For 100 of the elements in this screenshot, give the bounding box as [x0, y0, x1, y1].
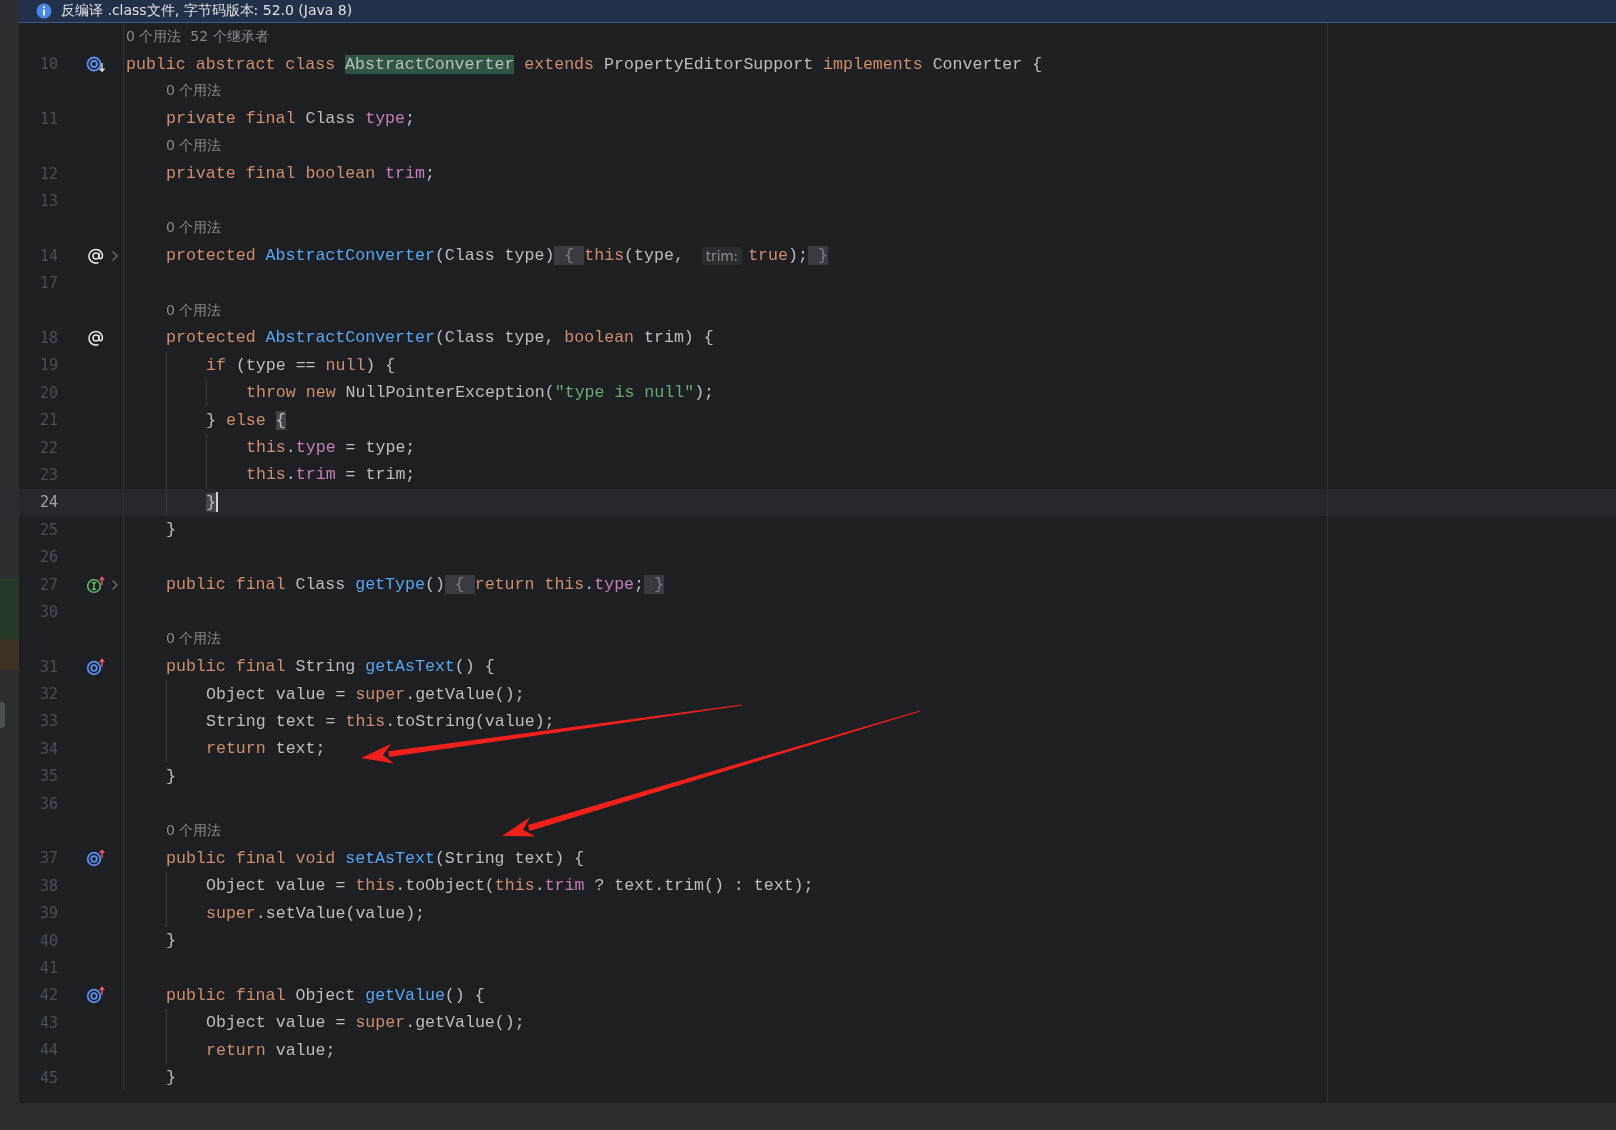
code-text: (Class type,: [434, 328, 556, 348]
usage-hint[interactable]: 0 个用法: [166, 137, 222, 156]
override-up-icon[interactable]: [86, 986, 106, 1005]
code-text: .getValue();: [405, 1013, 525, 1033]
code-text: return: [206, 1040, 266, 1060]
code-text: .: [534, 876, 545, 896]
code-text: );: [694, 383, 715, 403]
code-text: Class: [305, 109, 357, 129]
banner-text: 反编译 .class文件, 字节码版本: 52.0 (Java 8): [61, 2, 353, 20]
chevron-icon[interactable]: [110, 249, 119, 262]
code-text: boolean: [564, 328, 635, 348]
matched-brace: }: [206, 492, 216, 512]
code-text: public abstract class: [126, 54, 337, 74]
code-text: () {: [454, 657, 495, 677]
code-text: private final boolean: [166, 164, 377, 184]
code-text: .: [285, 438, 296, 458]
code-text: ;: [405, 109, 415, 129]
code-text: getType: [355, 575, 425, 594]
usage-hint[interactable]: 0 个用法: [166, 630, 222, 649]
code-text: (Class type): [434, 246, 555, 266]
code-text: Object value =: [206, 684, 347, 704]
code-text: .setValue(value);: [255, 903, 426, 923]
code-text: getValue: [365, 985, 445, 1005]
folded-block[interactable]: }: [644, 575, 664, 594]
override-up-icon[interactable]: [86, 657, 106, 676]
info-icon: [36, 3, 52, 19]
code-text: }: [206, 410, 216, 430]
code-text: Object: [295, 985, 357, 1005]
code-text: text;: [274, 739, 326, 759]
code-text: throw new: [246, 383, 337, 403]
implemented-icon[interactable]: [86, 55, 106, 74]
code-text: );: [787, 246, 808, 266]
usage-hint[interactable]: 0 个用法: [166, 219, 222, 238]
code-text: this: [355, 876, 396, 896]
code-text: if: [206, 355, 226, 375]
code-text: .toObject(: [395, 876, 495, 896]
code-text: .toString(value);: [385, 711, 555, 731]
code-text: }: [166, 931, 176, 951]
code-text: = trim;: [344, 465, 416, 485]
code-text: this: [246, 465, 286, 485]
code-text: setAsText: [345, 848, 435, 868]
code-text: type: [594, 575, 635, 594]
code-text: trim) {: [643, 328, 714, 348]
code-text: public final: [166, 985, 287, 1005]
code-text: AbstractConverter: [265, 246, 435, 266]
code-text: Converter {: [931, 54, 1043, 74]
highlighted-class-name[interactable]: AbstractConverter: [345, 54, 515, 74]
override-up-icon[interactable]: [86, 849, 106, 868]
code-text: = type;: [344, 438, 416, 458]
code-text: trim: [295, 465, 336, 485]
code-text: trim: [385, 164, 425, 184]
code-text: }: [166, 1068, 176, 1088]
code-text: AbstractConverter: [265, 328, 435, 348]
at-sign-icon[interactable]: [86, 329, 106, 347]
code-text: return this: [474, 575, 585, 594]
code-text: super: [355, 684, 406, 704]
code-text: (): [424, 575, 445, 594]
code-text: (String text) {: [434, 848, 585, 868]
folded-block[interactable]: }: [807, 246, 828, 266]
text-cursor: [215, 492, 218, 513]
code-text: public final: [166, 657, 287, 677]
code-text: ;: [424, 164, 435, 184]
code-text: }: [166, 766, 176, 786]
usage-hint[interactable]: 0 个用法: [166, 82, 222, 101]
folded-block[interactable]: {: [554, 246, 585, 266]
code-text: protected: [166, 328, 257, 348]
code-text: extends: [523, 54, 595, 74]
code-text: else: [224, 410, 267, 430]
code-text: trim: [544, 876, 585, 896]
code-text: .getValue();: [405, 684, 525, 704]
code-text: }: [166, 520, 176, 540]
usage-hint[interactable]: 0 个用法: [166, 822, 222, 840]
code-text: (type ==: [234, 355, 317, 375]
code-text: public final: [166, 575, 287, 594]
code-text: .: [285, 465, 296, 485]
code-text: type: [295, 438, 336, 458]
scroll-handle[interactable]: [0, 702, 5, 728]
code-text: value;: [274, 1040, 336, 1060]
folded-block[interactable]: {: [444, 575, 475, 594]
code-text: ? text.trim() : text);: [593, 876, 814, 896]
code-text: null: [325, 355, 366, 375]
usage-hint[interactable]: 0 个用法: [166, 301, 222, 320]
code-text: ) {: [365, 355, 396, 375]
code-text: .: [584, 575, 595, 594]
code-text: String text =: [206, 711, 337, 731]
code-text: true: [748, 246, 788, 266]
interface-up-icon[interactable]: [86, 575, 106, 594]
parameter-hint: trim:: [701, 246, 743, 265]
code-text: implements: [823, 54, 923, 74]
usage-hint[interactable]: 0 个用法 52 个继承者: [126, 27, 269, 46]
code-text: "type is null": [554, 383, 695, 403]
matched-brace: {: [275, 410, 286, 430]
code-text: PropertyEditorSupport: [603, 54, 815, 74]
code-text: private final: [166, 109, 297, 129]
code-text: this: [584, 246, 625, 266]
code-text: Class: [295, 575, 347, 594]
at-sign-icon[interactable]: [86, 246, 106, 265]
chevron-icon[interactable]: [110, 578, 119, 591]
code-text: Object value =: [206, 1013, 347, 1033]
code-text: super: [206, 903, 256, 923]
